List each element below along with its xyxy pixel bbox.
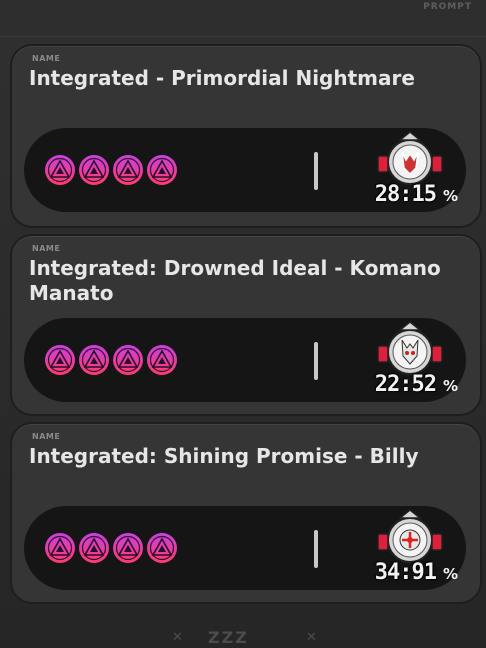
app-frame: PROMPT NAME Integrated - Primordial Nigh… [0, 0, 486, 648]
rank-pip-icon [146, 344, 178, 376]
divider [314, 342, 318, 380]
crosshair-emblem-icon [377, 509, 443, 563]
rank-pip-icon [78, 344, 110, 376]
star-rating [44, 344, 178, 376]
wolf-emblem-icon [377, 321, 443, 375]
percent-value: 34:91 [374, 560, 437, 585]
footer: ✕ ZZZ ✕ [0, 606, 486, 648]
challenge-card[interactable]: NAME Integrated - Primordial Nightmare 2… [10, 44, 482, 228]
wolf-emblem-icon [377, 131, 443, 185]
percent-value: 28:15 [374, 182, 437, 207]
divider [314, 152, 318, 190]
name-label: NAME [32, 54, 61, 63]
rank-pip-icon [146, 532, 178, 564]
percent-sign: % [442, 565, 458, 583]
progress-bar: 28:15 % [24, 128, 466, 212]
divider [314, 530, 318, 568]
card-title: Integrated: Drowned Ideal - Komano Manat… [29, 256, 441, 305]
challenge-card[interactable]: NAME Integrated: Shining Promise - Billy… [10, 422, 482, 604]
name-label: NAME [32, 244, 61, 253]
rank-pip-icon [112, 532, 144, 564]
top-strip: PROMPT [0, 0, 486, 37]
rank-pip-icon [78, 154, 110, 186]
name-label: NAME [32, 432, 61, 441]
rank-pip-icon [146, 154, 178, 186]
progress-bar: 34:91 % [24, 506, 466, 590]
percent-value: 22:52 [374, 372, 437, 397]
percent-sign: % [442, 377, 458, 395]
card-title: Integrated: Shining Promise - Billy [29, 444, 419, 468]
rank-pip-icon [44, 154, 76, 186]
rank-pip-icon [112, 344, 144, 376]
rank-pip-icon [112, 154, 144, 186]
star-rating [44, 154, 178, 186]
progress-bar: 22:52 % [24, 318, 466, 402]
top-tag: PROMPT [423, 2, 472, 12]
card-title: Integrated - Primordial Nightmare [29, 66, 415, 90]
star-rating [44, 532, 178, 564]
close-icon: ✕ [172, 630, 183, 645]
percent-sign: % [442, 187, 458, 205]
footer-logo: ZZZ [208, 628, 249, 647]
rank-pip-icon [44, 532, 76, 564]
rank-pip-icon [78, 532, 110, 564]
challenge-card[interactable]: NAME Integrated: Drowned Ideal - Komano … [10, 234, 482, 416]
close-icon: ✕ [306, 630, 317, 645]
rank-pip-icon [44, 344, 76, 376]
